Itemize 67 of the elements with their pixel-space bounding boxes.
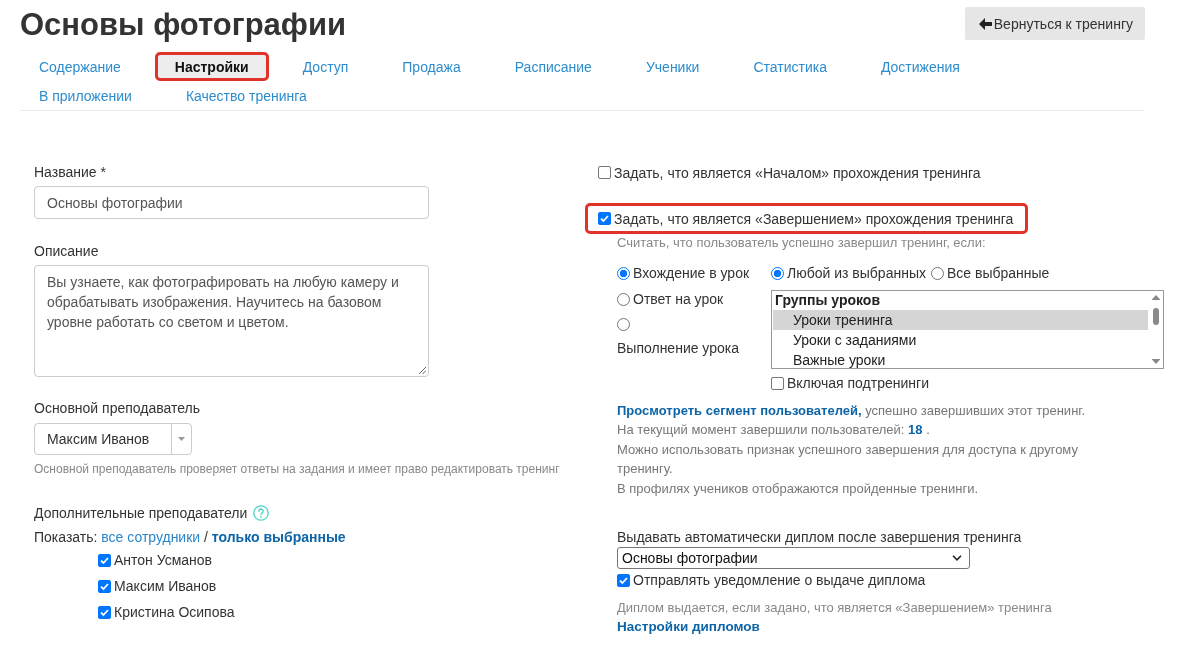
radio-button[interactable] <box>930 266 944 280</box>
teacher-name: Кристина Осипова <box>114 603 235 622</box>
checkbox[interactable] <box>98 605 111 619</box>
list-group-heading: Группы уроков <box>774 291 881 310</box>
include-subtrainings-label: Включая подтренинги <box>787 374 929 393</box>
tab[interactable]: Статистика <box>733 52 847 81</box>
chevron-down-icon <box>952 555 962 562</box>
match-label: Любой из выбранных <box>787 264 926 283</box>
description-label: Описание <box>34 242 100 261</box>
caret-icon <box>178 437 185 441</box>
tab[interactable]: Расписание <box>494 52 612 81</box>
back-button[interactable]: Вернуться к тренингу <box>964 7 1145 40</box>
extra-teachers-label: Дополнительные преподаватели <box>34 504 248 523</box>
radio-button[interactable] <box>617 266 630 280</box>
radio-button[interactable] <box>617 292 630 306</box>
tab[interactable]: Достижения <box>860 52 980 81</box>
name-label: Название * <box>34 163 107 182</box>
count-link[interactable]: 18 <box>908 422 923 438</box>
checkbox[interactable] <box>617 573 630 587</box>
segment-text: Просмотреть сегмент пользователей, успешно завершивших этот тренинг. <box>617 402 1087 420</box>
diploma-settings-link[interactable]: Настройки дипломов <box>617 619 760 635</box>
list-item[interactable]: Важные уроки <box>773 350 1148 368</box>
teacher-name: Максим Иванов <box>114 577 217 596</box>
tab[interactable]: Доступ <box>282 52 369 81</box>
radio-button[interactable] <box>771 266 784 280</box>
checkbox[interactable] <box>598 166 611 179</box>
tab[interactable]: Качество тренинга <box>165 81 327 110</box>
tab[interactable]: Продажа <box>382 52 481 81</box>
lesson-group-list[interactable]: Группы уроков Уроки тренинга Уроки с заданиями Важные уроки <box>771 290 1164 369</box>
checkbox[interactable] <box>598 212 611 225</box>
list-item[interactable]: Уроки тренинга <box>773 310 1148 330</box>
show-filter-text: Показать: все сотрудники / только выбранные <box>34 528 347 547</box>
teacher-select[interactable]: Максим Иванов <box>34 423 192 455</box>
radio-button[interactable] <box>617 318 630 331</box>
start-option-label: Задать, что является «Началом» прохождения тренинга <box>614 164 981 181</box>
resize-handle-icon[interactable] <box>419 367 426 374</box>
arrow-left-icon <box>978 17 992 30</box>
name-input[interactable]: Основы фотографии <box>34 186 429 219</box>
tab[interactable]: Настройки <box>154 52 269 81</box>
teacher-hint: Основной преподаватель проверяет ответы на задания и имеет право редактировать тренинг <box>34 461 561 477</box>
match-label: Все выбранные <box>946 264 1050 283</box>
tab[interactable]: Ученики <box>625 52 720 81</box>
list-item[interactable]: Уроки с заданиями <box>773 330 1148 350</box>
diploma-hint: Диплом выдается, если задано, что является «Завершением» тренинга <box>617 599 1053 618</box>
note-text: Можно использовать признак успешного завершения для доступа к другому тренингу. <box>617 440 1079 479</box>
teacher-name: Антон Усманов <box>114 551 213 570</box>
diploma-select[interactable]: Основы фотографии <box>617 547 970 570</box>
note-text: В профилях учеников отображаются пройденные тренинги. <box>617 479 979 498</box>
checkbox[interactable] <box>771 376 784 390</box>
checkbox[interactable] <box>98 579 111 593</box>
tab[interactable]: Содержание <box>19 52 141 81</box>
main-teacher-label: Основной преподаватель <box>34 399 202 418</box>
checkbox[interactable] <box>98 553 111 567</box>
segment-link[interactable]: Просмотреть сегмент пользователей, <box>617 403 862 418</box>
event-label: Ответ на урок <box>633 290 724 309</box>
finish-option-label: Задать, что является «Завершением» прохождения тренинга <box>614 210 1014 227</box>
description-textarea[interactable]: Вы узнаете, как фотографировать на любую камеру и обрабатывать изображения. Научитесь на базовом уровне работать со светом и цветом. <box>34 265 429 377</box>
notify-label: Отправлять уведомление о выдаче диплома <box>633 571 926 591</box>
filter-link[interactable]: только выбранные <box>211 529 346 545</box>
event-label: Выполнение урока <box>617 339 739 358</box>
completed-count-text: На текущий момент завершили пользователей: 18 . <box>617 421 931 440</box>
diploma-label: Выдавать автоматически диплом после завершения тренинга <box>617 528 1023 548</box>
event-label: Вхождение в урок <box>633 264 750 283</box>
tab[interactable]: В приложении <box>19 81 152 110</box>
criteria-hint: Считать, что пользователь успешно завершил тренинг, если: <box>617 234 987 252</box>
page-title: Основы фотографии <box>20 6 347 44</box>
filter-link[interactable]: все сотрудники <box>101 529 201 545</box>
